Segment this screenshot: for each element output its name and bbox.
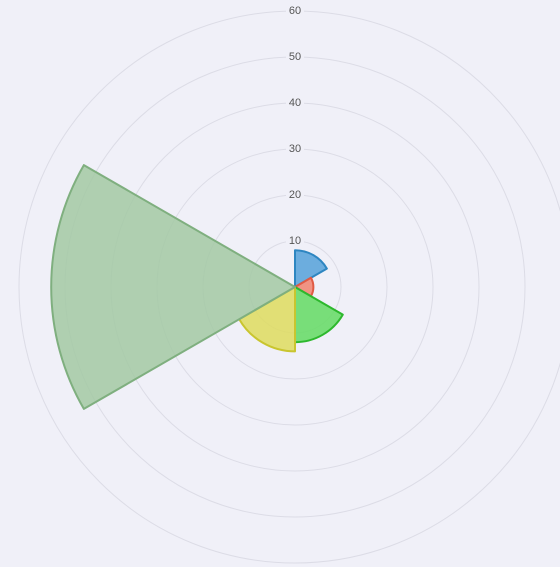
radial-tick-labels: 10 20 30 40 50 60 (286, 4, 304, 247)
chart-canvas: 10 20 30 40 50 60 (18, 4, 560, 564)
polar-area-chart: 10 20 30 40 50 60 (0, 0, 560, 567)
r-tick-label: 60 (289, 5, 301, 17)
r-tick-label: 10 (289, 235, 301, 247)
r-tick-label: 50 (289, 51, 301, 63)
polar-wedge-3[interactable] (294, 286, 344, 344)
data-wedges (50, 164, 344, 410)
r-tick-label: 40 (289, 97, 301, 109)
r-tick-label: 30 (289, 143, 301, 155)
polar-wedge-5[interactable] (50, 164, 296, 410)
r-tick-label: 20 (289, 189, 301, 201)
